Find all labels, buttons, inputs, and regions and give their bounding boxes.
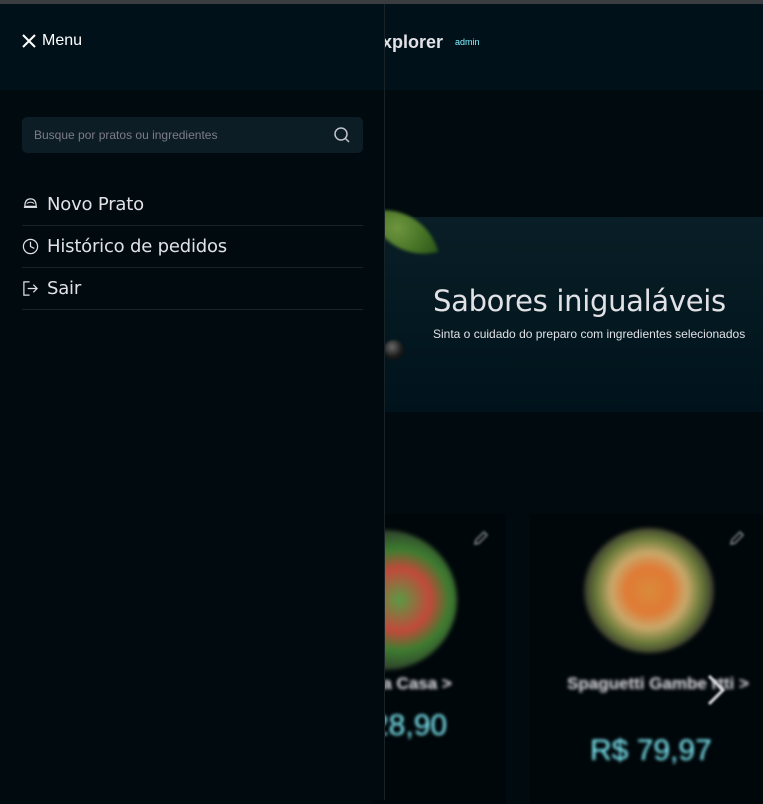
menu-item-order-history[interactable]: Histórico de pedidos — [22, 226, 363, 268]
search-input[interactable] — [22, 116, 333, 154]
chevron-right-icon[interactable] — [705, 672, 727, 708]
side-menu: Menu Novo Prato Histórico de pedidos — [0, 4, 385, 800]
menu-header: Menu — [0, 4, 384, 90]
clock-icon — [22, 238, 39, 255]
dish-image — [584, 528, 714, 653]
banner-title: Sabores inigualáveis — [433, 284, 726, 318]
dish-card[interactable]: Spaguetti Gambe rtti > R$ 79,97 — [530, 514, 763, 804]
window-top-border — [0, 0, 763, 4]
dish-name[interactable]: Spaguetti Gambe rtti > — [548, 674, 763, 694]
dish-card[interactable]: da Casa > 28,90 — [372, 514, 506, 804]
banner-subtitle: Sinta o cuidado do preparo com ingredien… — [433, 327, 746, 341]
dish-price: R$ 79,97 — [590, 734, 712, 767]
search-box[interactable] — [22, 116, 363, 154]
menu-item-new-dish[interactable]: Novo Prato — [22, 184, 363, 226]
pencil-icon[interactable] — [728, 529, 746, 547]
close-icon — [22, 34, 36, 48]
search-icon[interactable] — [333, 126, 351, 144]
berry-decoration — [384, 340, 404, 360]
pencil-icon[interactable] — [472, 529, 490, 547]
admin-badge: admin — [455, 37, 480, 47]
menu-nav: Novo Prato Histórico de pedidos Sair — [22, 184, 363, 310]
menu-item-sign-out[interactable]: Sair — [22, 268, 363, 310]
close-menu-button[interactable]: Menu — [22, 30, 82, 52]
sign-out-icon — [23, 281, 38, 296]
menu-item-label: Novo Prato — [47, 194, 144, 215]
dish-icon — [23, 198, 38, 208]
menu-title: Menu — [42, 32, 83, 49]
menu-item-label: Sair — [47, 278, 82, 299]
menu-item-label: Histórico de pedidos — [47, 236, 227, 257]
